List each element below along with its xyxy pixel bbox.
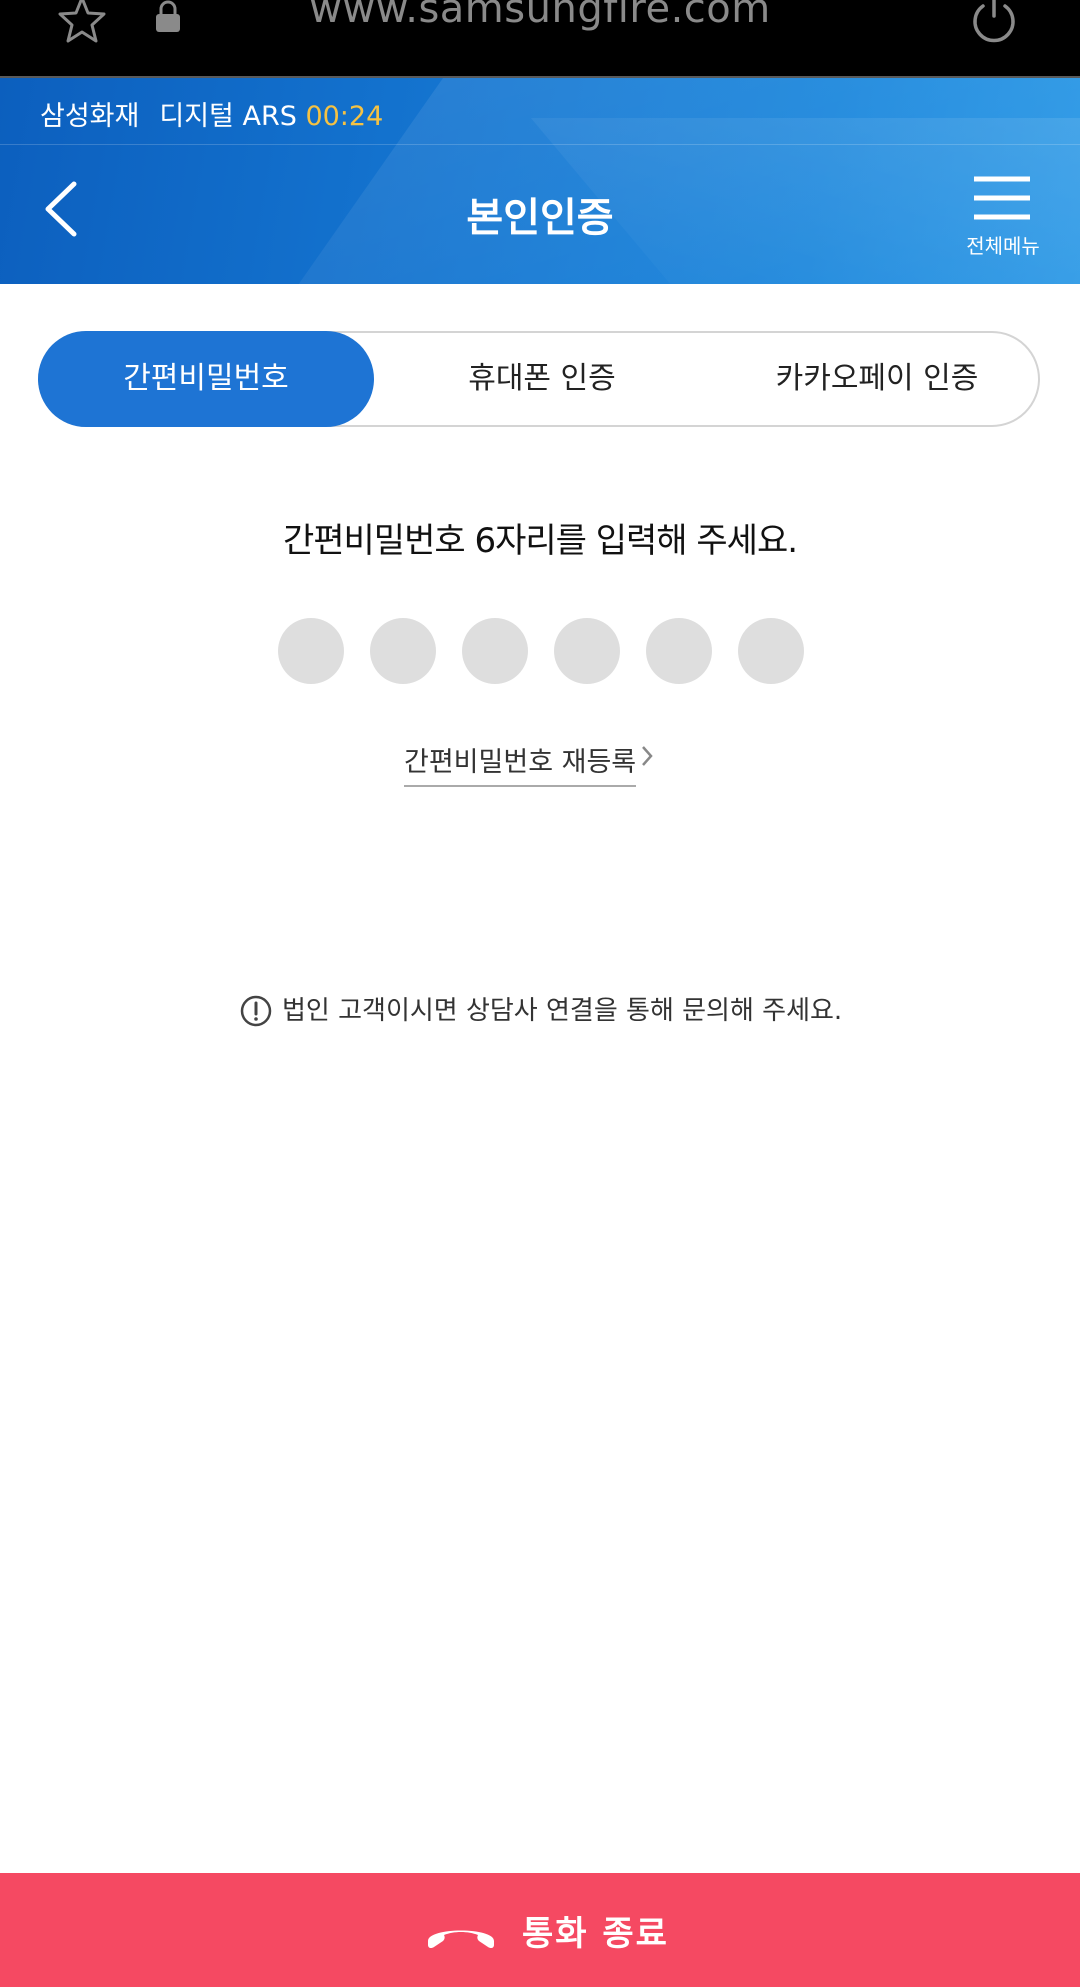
end-call-label: 통화 종료 xyxy=(522,1914,669,1954)
pin-dot[interactable] xyxy=(738,618,804,684)
reload-icon[interactable] xyxy=(968,0,1020,46)
page-title: 본인인증 xyxy=(466,195,614,241)
menu-label: 전체메뉴 xyxy=(966,234,1040,258)
tab-kakaopay-auth[interactable]: 카카오페이 인증 xyxy=(710,331,1044,427)
browser-bar: www.samsungfire.com xyxy=(0,0,1080,78)
pin-dot[interactable] xyxy=(646,618,712,684)
pin-dot[interactable] xyxy=(462,618,528,684)
reregister-link[interactable]: 간편비밀번호 재등록 xyxy=(404,740,654,787)
pin-dot[interactable] xyxy=(554,618,620,684)
tab-simple-password[interactable]: 간편비밀번호 xyxy=(38,331,374,427)
pin-prompt: 간편비밀번호 6자리를 입력해 주세요. xyxy=(282,521,798,561)
url-text[interactable]: www.samsungfire.com xyxy=(0,0,1080,32)
pin-dot[interactable] xyxy=(278,618,344,684)
end-call-button[interactable]: 통화 종료 xyxy=(0,1873,1080,1987)
info-icon xyxy=(240,995,272,1027)
full-menu-button[interactable]: 전체메뉴 xyxy=(958,174,1048,274)
service-name: 디지털 ARS xyxy=(159,101,297,132)
hamburger-icon xyxy=(974,176,1030,220)
phone-hangup-icon xyxy=(428,1930,494,1949)
reregister-label: 간편비밀번호 재등록 xyxy=(404,740,637,787)
company-name: 삼성화재 xyxy=(40,101,140,132)
pin-dot[interactable] xyxy=(370,618,436,684)
tab-phone-auth[interactable]: 휴대폰 인증 xyxy=(374,331,710,427)
header-divider xyxy=(0,144,1080,145)
notice-text: 법인 고객이시면 상담사 연결을 통해 문의해 주세요. xyxy=(282,996,843,1026)
corporate-notice: 법인 고객이시면 상담사 연결을 통해 문의해 주세요. xyxy=(240,990,842,1027)
auth-tabs: 간편비밀번호 휴대폰 인증 카카오페이 인증 xyxy=(38,331,1040,427)
chevron-right-icon xyxy=(642,746,653,766)
end-call-content: 통화 종료 xyxy=(424,1906,669,1955)
ars-status: 삼성화재 디지털 ARS 00:24 xyxy=(40,94,383,133)
call-timer: 00:24 xyxy=(305,101,384,132)
app-header: 삼성화재 디지털 ARS 00:24 본인인증 전체메뉴 xyxy=(0,78,1080,284)
